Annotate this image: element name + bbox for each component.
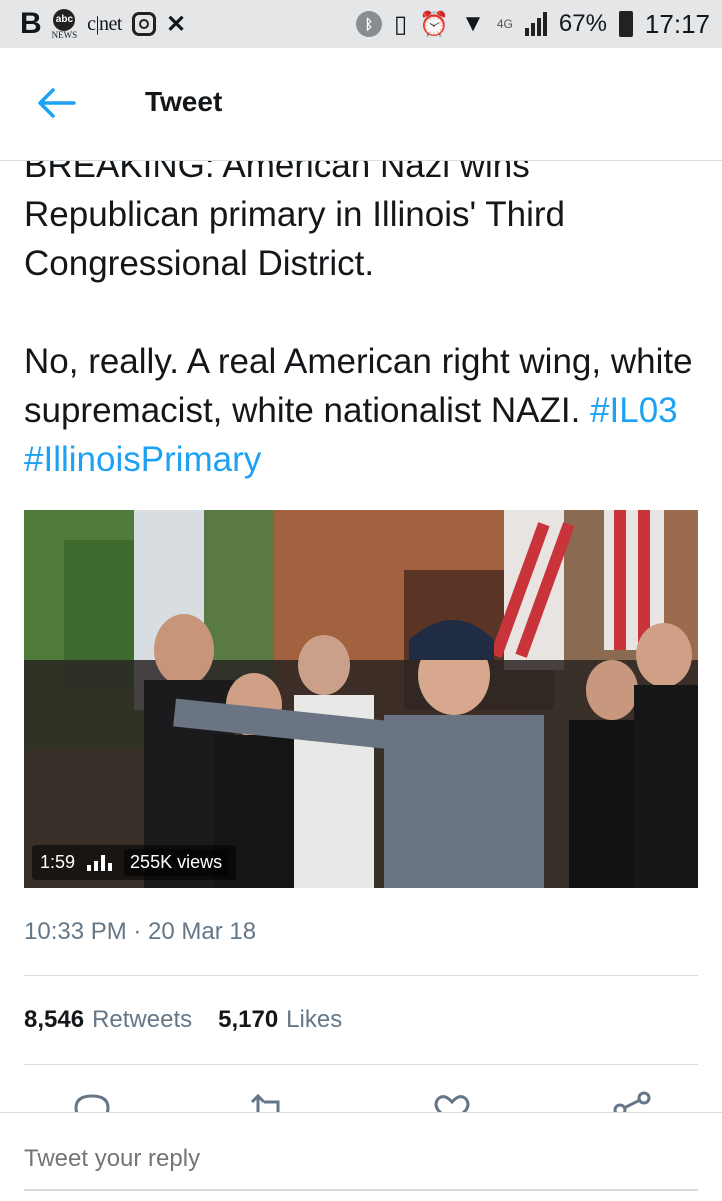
retweet-icon[interactable]: [248, 1090, 288, 1112]
video-views: 255K views: [124, 849, 229, 876]
wifi-icon: ▼: [461, 10, 485, 37]
hashtag-il03[interactable]: #IL03: [590, 391, 678, 430]
missed-call-icon: ✕: [166, 10, 187, 38]
battery-percent: 67%: [558, 10, 607, 37]
likes-count[interactable]: 5,170: [218, 1006, 278, 1034]
battery-icon: [618, 11, 633, 37]
hashtag-illinoisprimary[interactable]: #IllinoisPrimary: [24, 440, 261, 479]
reply-icon[interactable]: [72, 1090, 112, 1112]
tweet-text: BREAKING: American Nazi wins Republican …: [24, 141, 694, 484]
bluetooth-icon: ᛒ: [355, 11, 382, 37]
abc-news-icon: abc NEWS: [52, 8, 77, 40]
network-type: 4G: [496, 17, 513, 31]
retweets-count[interactable]: 8,546: [24, 1006, 84, 1034]
tweet-stats: 8,546 Retweets 5,170 Likes: [24, 1006, 360, 1034]
audio-bars-icon: [87, 854, 113, 871]
status-bar: B abc NEWS c|net ✕ ᛒ ▯ ⏰ ▼ 4G 67% 17:17: [0, 0, 722, 48]
alarm-icon: ⏰: [419, 10, 450, 38]
vibrate-icon: ▯: [393, 10, 408, 38]
clock: 17:17: [644, 8, 710, 39]
signal-icon: [524, 12, 547, 36]
tweet-header: Tweet: [0, 48, 722, 161]
instagram-icon: [132, 12, 156, 36]
b-app-icon: B: [20, 7, 42, 40]
reply-bar: [0, 1112, 722, 1201]
back-arrow-icon[interactable]: [36, 86, 76, 120]
reply-input[interactable]: [24, 1145, 684, 1173]
like-icon[interactable]: [432, 1090, 472, 1112]
likes-label[interactable]: Likes: [286, 1006, 342, 1034]
tweet-timestamp: 10:33 PM · 20 Mar 18: [24, 918, 257, 945]
tweet-paragraph-2: No, really. A real American right wing, …: [24, 337, 694, 484]
reply-underline: [24, 1189, 698, 1191]
video-thumbnail: [24, 510, 698, 888]
share-icon[interactable]: [612, 1090, 652, 1112]
retweets-label[interactable]: Retweets: [92, 1006, 192, 1034]
page-title: Tweet: [145, 86, 223, 117]
tweet-actions: [0, 1090, 722, 1112]
tweet-paragraph-1: BREAKING: American Nazi wins Republican …: [24, 146, 565, 283]
divider: [24, 1064, 698, 1065]
divider: [24, 975, 698, 976]
cnet-icon: c|net: [87, 12, 122, 35]
video-duration: 1:59: [40, 852, 76, 872]
video-overlay: 1:59 255K views: [32, 845, 237, 880]
video-player[interactable]: 1:59 255K views: [24, 510, 698, 888]
